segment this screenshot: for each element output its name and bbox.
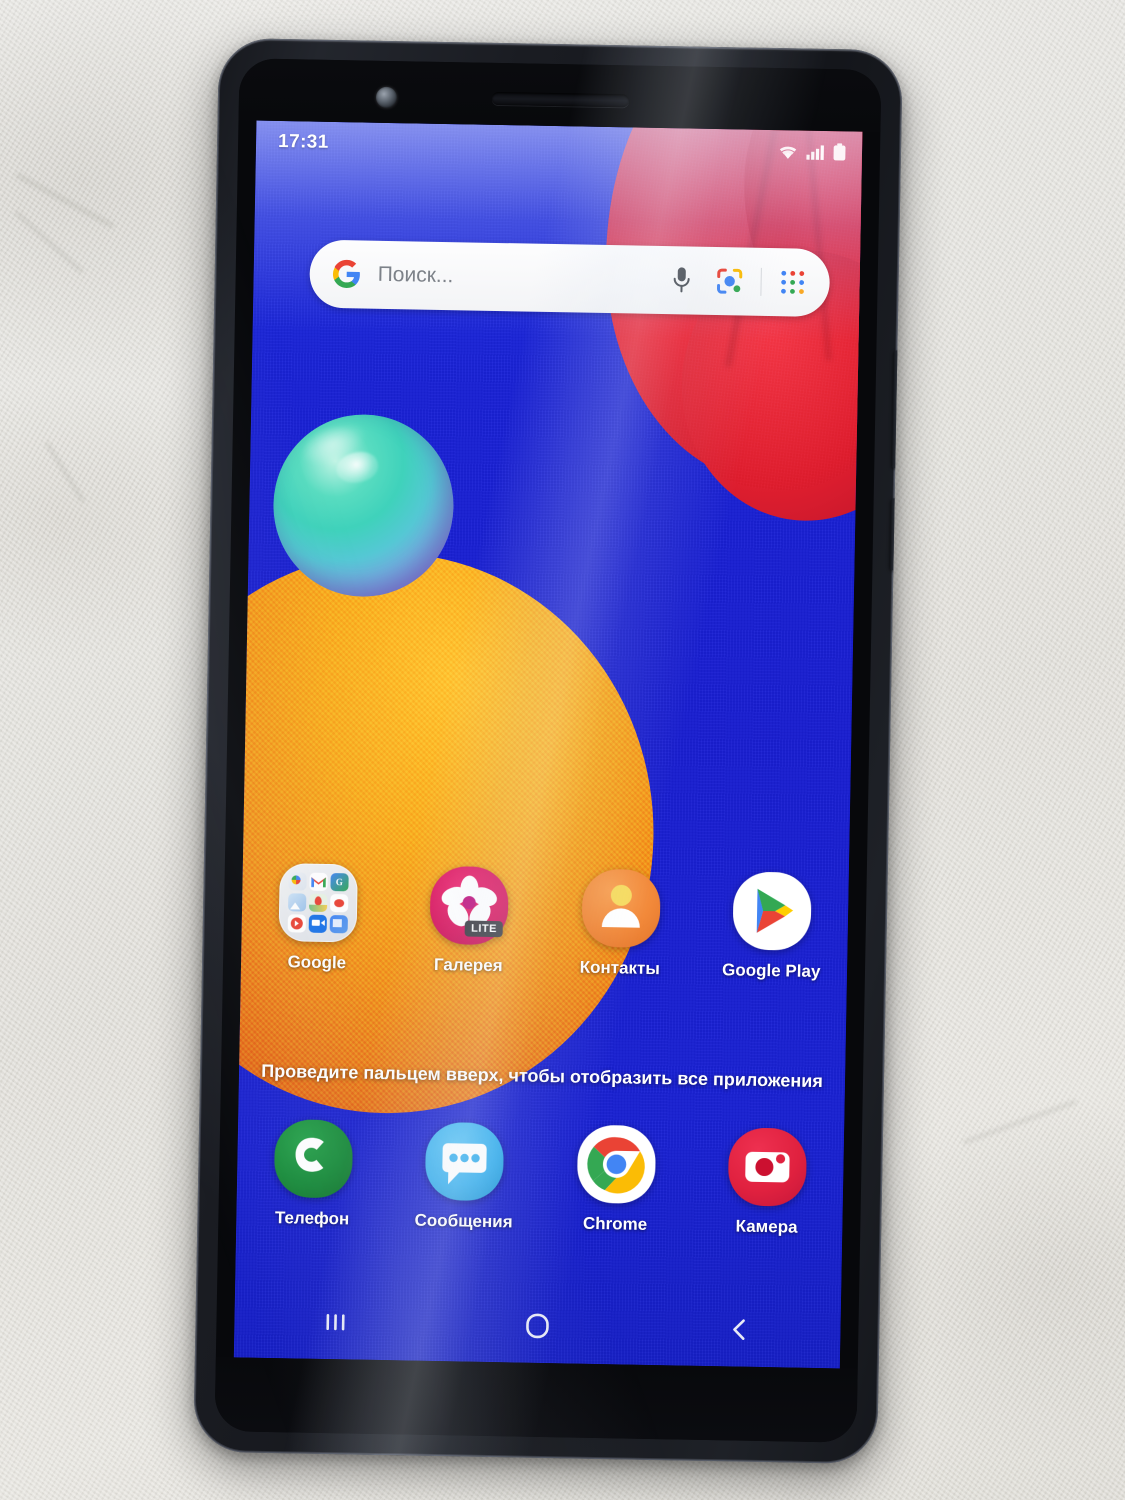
back-button[interactable] [638, 1315, 840, 1345]
volume-rocker-button[interactable] [891, 350, 901, 469]
google-g-icon [332, 259, 360, 288]
cellular-signal-icon [806, 144, 824, 160]
app-gallery[interactable]: LITE Галерея [392, 865, 545, 977]
mini-app-icon [288, 872, 307, 891]
bubble-glyph [442, 1143, 487, 1185]
app-label: Google Play [721, 960, 821, 982]
google-search-widget[interactable]: Поиск... [309, 239, 831, 318]
app-contacts[interactable]: Контакты [544, 868, 697, 980]
status-clock: 17:31 [277, 130, 329, 153]
folder-icon: G [278, 863, 358, 943]
three-bars-icon [326, 1314, 345, 1331]
mini-app-icon-files [329, 915, 348, 934]
power-button[interactable] [889, 498, 898, 571]
phone-bezel: 17:31 Поиск... G Google LITE Галерея Кон… [214, 58, 882, 1443]
mini-app-icon-drive [329, 894, 349, 913]
circle-icon [526, 1313, 549, 1339]
app-label: Камера [735, 1216, 798, 1237]
wall-scuff [44, 441, 86, 503]
mini-app-icon-youtube-music [287, 914, 306, 933]
app-label: Google [287, 952, 347, 973]
recents-button[interactable] [234, 1307, 436, 1337]
status-icon-group [777, 142, 846, 161]
phone-device: 17:31 Поиск... G Google LITE Галерея Кон… [193, 37, 903, 1465]
photo-scene: 17:31 Поиск... G Google LITE Галерея Кон… [0, 0, 1125, 1500]
mini-app-icon-meet [308, 914, 327, 933]
app-label: Chrome [582, 1213, 648, 1234]
wall-scuff [15, 172, 115, 229]
earpiece-speaker-icon [491, 91, 630, 108]
phone-handset-icon [273, 1119, 353, 1199]
app-label: Телефон [274, 1208, 350, 1229]
app-camera[interactable]: Камера [691, 1127, 844, 1239]
bottom-bezel [214, 1357, 858, 1443]
mini-app-icon-google: G [330, 873, 349, 892]
mini-app-icon-photos [287, 893, 307, 912]
handset-glyph [295, 1137, 324, 1172]
mini-app-icon-gmail [309, 872, 328, 891]
home-button[interactable] [436, 1310, 638, 1342]
wall-scuff [962, 1099, 1078, 1145]
grid-dots-icon[interactable] [779, 269, 805, 295]
app-google-folder[interactable]: G Google [241, 862, 394, 974]
lens-icon[interactable] [714, 266, 745, 297]
camera-glyph [745, 1151, 790, 1183]
folder-mini-icon-grid: G [287, 872, 349, 934]
play-store-icon [732, 871, 813, 951]
mini-app-icon-maps [308, 893, 328, 912]
app-label: Контакты [579, 957, 661, 979]
search-input-placeholder[interactable]: Поиск... [377, 263, 670, 292]
home-app-row: G Google LITE Галерея Контакты Google Pl… [241, 862, 849, 982]
navigation-bar [234, 1283, 841, 1368]
battery-icon [833, 143, 846, 161]
wifi-icon [779, 146, 797, 159]
speech-bubble-icon [425, 1121, 505, 1202]
app-label: Галерея [433, 954, 503, 976]
gallery-flower-icon: LITE [429, 865, 510, 946]
wall-scuff [14, 210, 84, 274]
person-glyph [601, 884, 640, 928]
lite-badge: LITE [464, 920, 504, 938]
app-chrome[interactable]: Chrome [539, 1124, 692, 1236]
camera-icon [727, 1127, 808, 1207]
phone-screen[interactable]: 17:31 Поиск... G Google LITE Галерея Кон… [233, 120, 863, 1369]
app-messages[interactable]: Сообщения [388, 1121, 541, 1233]
widget-divider [760, 267, 762, 296]
app-phone[interactable]: Телефон [236, 1118, 389, 1230]
chrome-icon [576, 1124, 656, 1205]
app-google-play[interactable]: Google Play [695, 871, 848, 983]
app-label: Сообщения [414, 1210, 513, 1232]
microphone-icon[interactable] [670, 265, 693, 295]
contact-person-icon [581, 868, 661, 949]
chevron-left-icon [733, 1319, 745, 1340]
play-triangle-glyph [756, 888, 794, 933]
chrome-glyph [587, 1137, 645, 1194]
dock: Телефон Сообщения Chrome Камера [236, 1118, 844, 1238]
